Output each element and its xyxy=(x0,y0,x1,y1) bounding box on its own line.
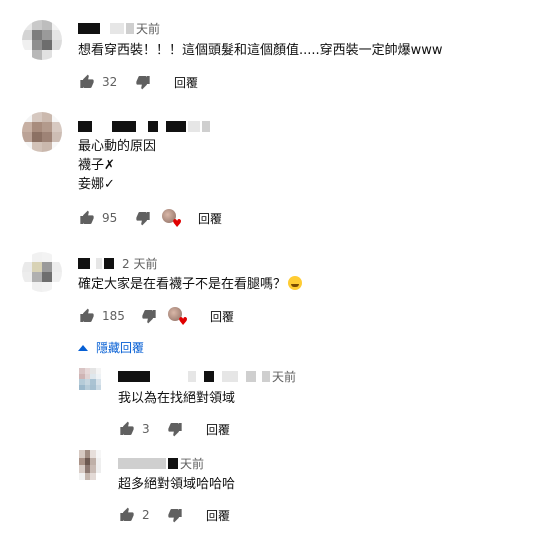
comment-meta: 天前 xyxy=(118,368,296,384)
comment-meta: 天前 xyxy=(78,20,160,36)
redaction-block xyxy=(246,370,256,382)
comment-time[interactable]: 2 天前 xyxy=(122,255,157,272)
reply-button[interactable]: 回覆 xyxy=(210,308,234,325)
creator-heart-icon: ♥ xyxy=(168,307,188,327)
like-count: 3 xyxy=(142,422,150,436)
comment-text: 我以為在找絕對領域 xyxy=(118,391,236,406)
comment-actions: 95 ♥ 回覆 xyxy=(78,208,222,229)
comment-meta: 2 天前 xyxy=(78,255,157,271)
comment-text-body: 確定大家是在看襪子不是在看腿嗎？ xyxy=(78,277,287,292)
like-icon[interactable] xyxy=(118,420,136,438)
redaction-block xyxy=(104,257,114,269)
avatar[interactable] xyxy=(22,112,62,152)
comment-meta: 天前 xyxy=(118,455,204,471)
redaction-block xyxy=(222,370,238,382)
reply-button[interactable]: 回覆 xyxy=(206,421,230,438)
author-name-redacted[interactable] xyxy=(78,120,92,132)
redaction-block xyxy=(188,120,200,132)
redaction-block xyxy=(202,120,210,132)
redaction-block xyxy=(110,22,124,34)
dislike-icon[interactable] xyxy=(140,307,158,325)
author-name-redacted[interactable] xyxy=(78,257,90,269)
redaction-block xyxy=(262,370,270,382)
author-name-redacted[interactable] xyxy=(118,370,150,382)
redaction-block xyxy=(148,120,158,132)
like-icon[interactable] xyxy=(78,209,96,227)
comment-text: 想看穿西裝！！！這個頭髮和這個顏值.....穿西裝一定帥爆www xyxy=(78,43,443,58)
like-count: 95 xyxy=(102,211,118,225)
avatar[interactable] xyxy=(22,20,62,60)
comment-time[interactable]: 天前 xyxy=(136,20,160,37)
reply-button[interactable]: 回覆 xyxy=(174,74,198,91)
comment-text-line: 最心動的原因 xyxy=(78,139,157,154)
dislike-icon[interactable] xyxy=(134,209,152,227)
redaction-block xyxy=(96,257,102,269)
laughing-emoji-icon xyxy=(288,276,303,290)
redaction-block xyxy=(168,457,178,469)
like-count: 32 xyxy=(102,75,118,89)
like-icon[interactable] xyxy=(78,307,96,325)
comment-actions: 185 ♥ 回覆 xyxy=(78,306,234,327)
author-name-redacted[interactable] xyxy=(118,457,166,469)
comment-actions: 2 回覆 xyxy=(118,505,230,525)
reply-button[interactable]: 回覆 xyxy=(206,507,230,524)
avatar[interactable] xyxy=(79,450,101,480)
avatar[interactable] xyxy=(79,368,101,390)
redaction-block xyxy=(112,120,136,132)
dislike-icon[interactable] xyxy=(134,73,152,91)
comment-meta xyxy=(78,118,210,134)
redaction-block xyxy=(188,370,196,382)
like-count: 185 xyxy=(102,309,125,323)
avatar[interactable] xyxy=(22,252,62,292)
redaction-block xyxy=(204,370,214,382)
comment-time[interactable]: 天前 xyxy=(180,455,204,472)
comment-text: 確定大家是在看襪子不是在看腿嗎？ xyxy=(78,276,303,294)
comment-actions: 3 回覆 xyxy=(118,419,230,439)
comment-actions: 32 回覆 xyxy=(78,72,198,92)
redaction-block xyxy=(126,22,134,34)
comment-text-line: 襪子✗ xyxy=(78,158,115,173)
dislike-icon[interactable] xyxy=(166,506,184,524)
comment-time[interactable]: 天前 xyxy=(272,368,296,385)
redaction-block xyxy=(166,120,186,132)
hide-replies-button[interactable]: 隱藏回覆 xyxy=(78,339,144,356)
like-count: 2 xyxy=(142,508,150,522)
reply-button[interactable]: 回覆 xyxy=(198,210,222,227)
collapse-triangle-icon xyxy=(78,344,88,351)
like-icon[interactable] xyxy=(118,506,136,524)
like-icon[interactable] xyxy=(78,73,96,91)
comment-text-line: 妾娜✓ xyxy=(78,177,115,192)
creator-heart-icon: ♥ xyxy=(162,209,182,229)
hide-replies-label: 隱藏回覆 xyxy=(96,341,145,355)
dislike-icon[interactable] xyxy=(166,420,184,438)
author-name-redacted[interactable] xyxy=(78,22,100,34)
comment-text: 超多絕對領域哈哈哈 xyxy=(118,477,236,492)
